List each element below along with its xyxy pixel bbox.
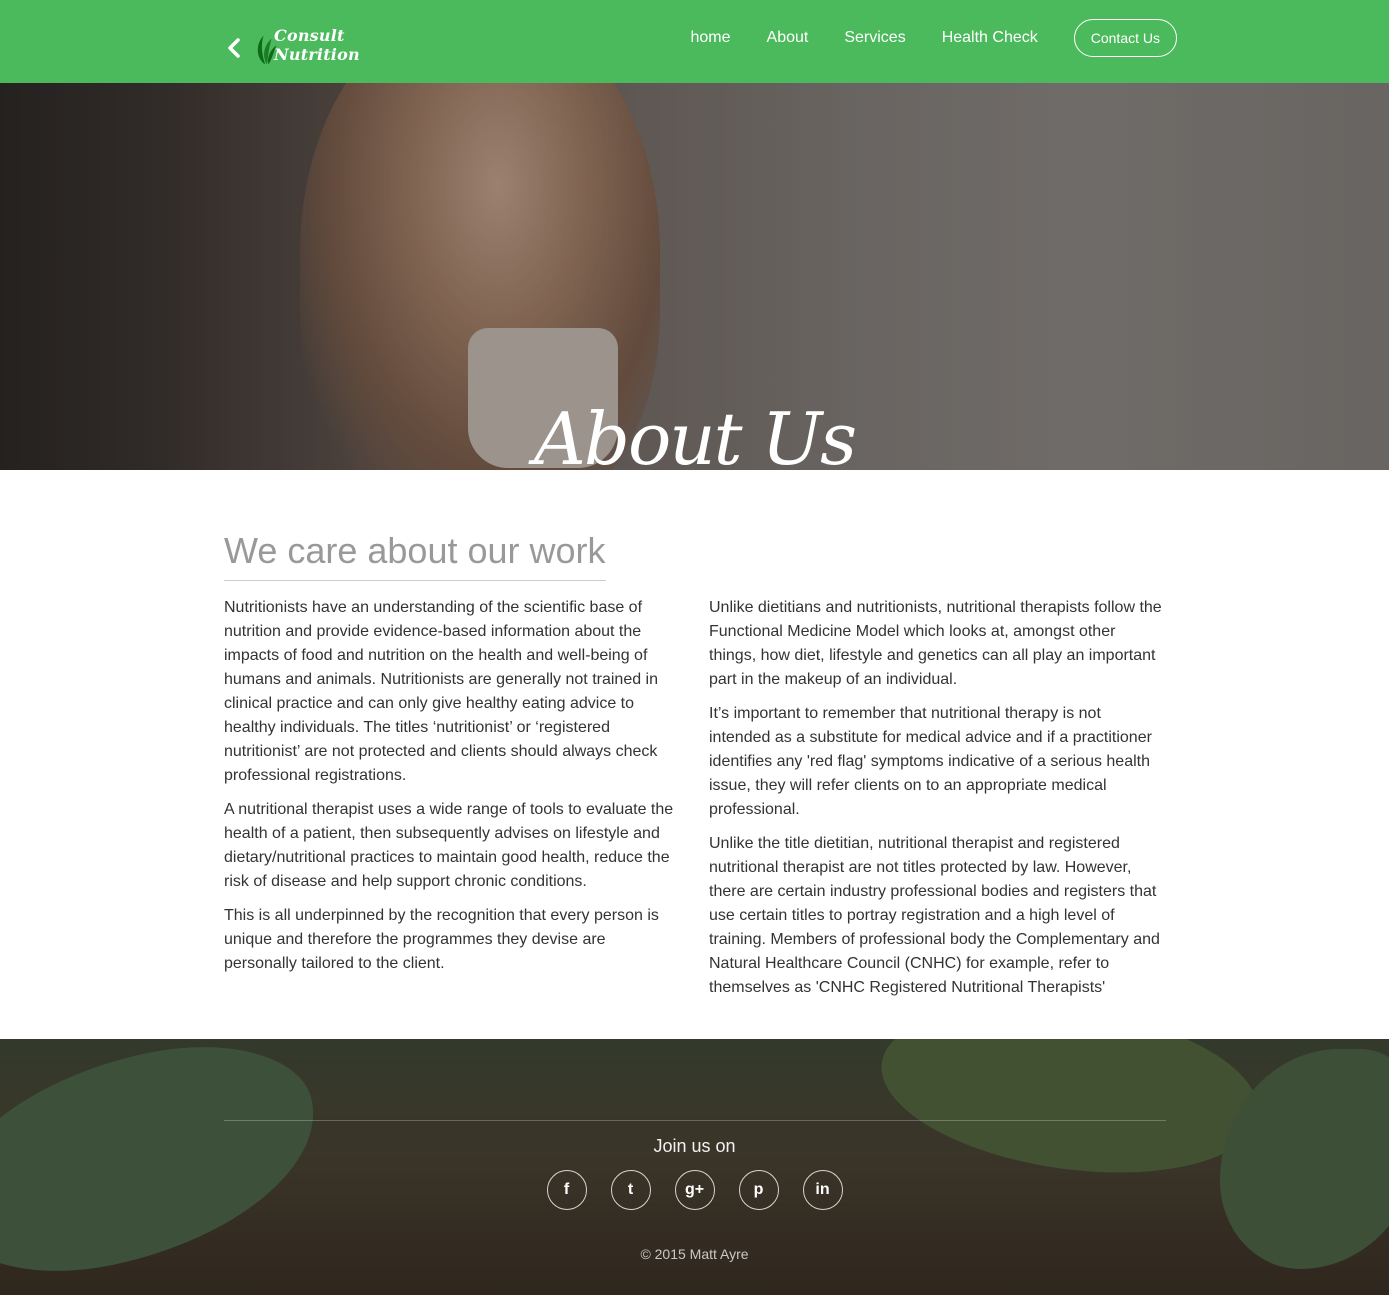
paragraph: A nutritional therapist uses a wide rang… (224, 801, 674, 890)
back-arrow-icon[interactable] (224, 36, 244, 60)
join-us-title: Join us on (653, 1136, 736, 1156)
site-footer: Join us on f t g+ p in © 2015 Matt Ayre (0, 1039, 1389, 1295)
main-nav: home About Services Health Check Contact… (691, 19, 1177, 57)
google-plus-icon[interactable]: g+ (674, 1170, 715, 1210)
paragraph: Unlike dietitians and nutritionists, nut… (709, 599, 1162, 688)
copyright-text: © 2015 Matt Ayre (640, 1246, 749, 1262)
nav-about[interactable]: About (767, 29, 809, 47)
facebook-icon[interactable]: f (546, 1170, 587, 1210)
right-column: Unlike dietitians and nutritionists, nut… (709, 596, 1165, 1010)
brand-logo[interactable]: Consult Nutrition (254, 26, 404, 70)
footer-divider (224, 1120, 1166, 1121)
paragraph: This is all underpinned by the recogniti… (224, 907, 659, 972)
nav-health-check[interactable]: Health Check (942, 29, 1038, 47)
nav-home[interactable]: home (691, 29, 731, 47)
paragraph: Nutritionists have an understanding of t… (224, 599, 659, 784)
section-heading: We care about our work (224, 530, 606, 581)
nav-services[interactable]: Services (844, 29, 905, 47)
contact-us-button[interactable]: Contact Us (1073, 19, 1177, 57)
paragraph: It’s important to remember that nutritio… (709, 705, 1152, 818)
linkedin-icon[interactable]: in (802, 1170, 843, 1210)
hero-title: About Us (533, 397, 857, 470)
hero-banner: About Us (0, 83, 1389, 470)
social-links: f t g+ p in (0, 1170, 1389, 1210)
brand-name: Consult Nutrition (274, 26, 360, 64)
paragraph: Unlike the title dietitian, nutritional … (709, 835, 1160, 996)
twitter-icon[interactable]: t (610, 1170, 651, 1210)
site-header: Consult Nutrition home About Services He… (0, 0, 1389, 83)
pinterest-icon[interactable]: p (738, 1170, 779, 1210)
left-column: Nutritionists have an understanding of t… (224, 596, 680, 986)
